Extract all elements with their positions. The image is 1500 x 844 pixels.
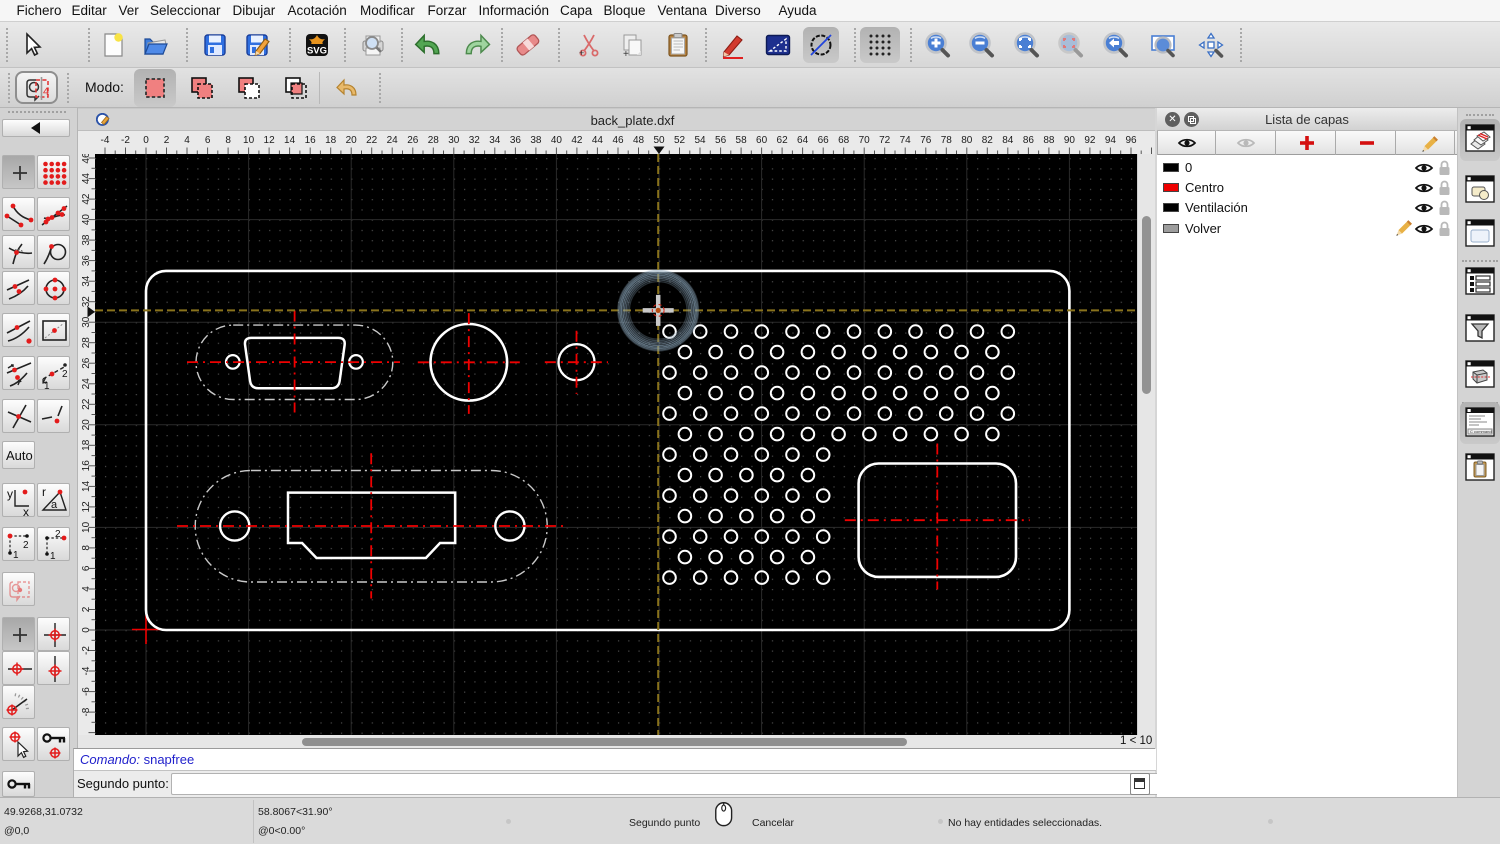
svg-text:6: 6	[205, 135, 211, 146]
svg-text:76: 76	[920, 135, 932, 146]
svg-text:2: 2	[55, 529, 61, 540]
svg-text:-4: -4	[101, 135, 110, 146]
svg-text:y: y	[7, 487, 13, 501]
svg-text:58: 58	[736, 135, 748, 146]
svg-text:72: 72	[879, 135, 891, 146]
svg-text:x: x	[23, 505, 29, 518]
svg-text:18: 18	[325, 135, 337, 146]
svg-text:54: 54	[694, 135, 706, 146]
svg-text:44: 44	[592, 135, 604, 146]
svg-text:0: 0	[81, 627, 92, 633]
svg-text:84: 84	[1002, 135, 1014, 146]
svg-text:70: 70	[859, 135, 871, 146]
svg-text:0: 0	[143, 135, 149, 146]
svg-text:42: 42	[81, 193, 92, 205]
svg-text:6: 6	[81, 565, 92, 571]
svg-text:C command: C command	[1470, 429, 1492, 434]
svg-text:4: 4	[81, 586, 92, 592]
svg-text:26: 26	[407, 135, 419, 146]
svg-text:40: 40	[81, 214, 92, 226]
svg-text:88: 88	[1043, 135, 1055, 146]
svg-text:74: 74	[900, 135, 912, 146]
svg-text:20: 20	[81, 419, 92, 431]
svg-text:94: 94	[1105, 135, 1117, 146]
svg-text:38: 38	[530, 135, 542, 146]
svg-text:36: 36	[510, 135, 522, 146]
svg-text:1: 1	[50, 551, 56, 562]
svg-text:60: 60	[756, 135, 768, 146]
svg-text:r: r	[42, 485, 46, 499]
svg-text:86: 86	[1023, 135, 1035, 146]
svg-text:24: 24	[81, 378, 92, 390]
svg-text:12: 12	[81, 501, 92, 513]
svg-text:1: 1	[44, 381, 50, 391]
svg-text:38: 38	[81, 234, 92, 246]
svg-text:-8: -8	[81, 707, 92, 716]
svg-text:-4: -4	[81, 666, 92, 675]
svg-text:14: 14	[81, 480, 92, 492]
svg-text:82: 82	[982, 135, 994, 146]
svg-text:80: 80	[961, 135, 973, 146]
svg-text:34: 34	[81, 275, 92, 287]
svg-text:40: 40	[551, 135, 563, 146]
svg-text:78: 78	[941, 135, 953, 146]
svg-text:28: 28	[81, 337, 92, 349]
svg-text:20: 20	[346, 135, 358, 146]
svg-text:10: 10	[243, 135, 255, 146]
svg-text:a: a	[51, 499, 58, 511]
svg-text:2: 2	[164, 135, 170, 146]
svg-text:8: 8	[225, 135, 231, 146]
svg-text:22: 22	[81, 398, 92, 410]
svg-text:28: 28	[428, 135, 440, 146]
svg-text:56: 56	[715, 135, 727, 146]
svg-text:SVG: SVG	[307, 46, 327, 57]
svg-text:24: 24	[387, 135, 399, 146]
svg-text:50: 50	[653, 135, 665, 146]
svg-text:2: 2	[62, 369, 68, 380]
svg-text:48: 48	[633, 135, 645, 146]
svg-text:26: 26	[81, 357, 92, 369]
svg-text:16: 16	[81, 460, 92, 472]
svg-text:68: 68	[838, 135, 850, 146]
svg-text:64: 64	[797, 135, 809, 146]
svg-text:62: 62	[777, 135, 789, 146]
svg-text:-2: -2	[121, 135, 130, 146]
svg-text:32: 32	[469, 135, 481, 146]
svg-text:92: 92	[1084, 135, 1096, 146]
svg-text:+: +	[623, 49, 629, 59]
svg-text:36: 36	[81, 255, 92, 267]
svg-text:12: 12	[264, 135, 276, 146]
svg-text:22: 22	[366, 135, 378, 146]
svg-text:4: 4	[184, 135, 190, 146]
svg-text:4: 4	[43, 86, 49, 98]
svg-text:66: 66	[818, 135, 830, 146]
svg-text:32: 32	[81, 296, 92, 308]
svg-text:18: 18	[81, 439, 92, 451]
svg-text:2: 2	[81, 606, 92, 612]
svg-text:30: 30	[81, 316, 92, 328]
svg-text:46: 46	[612, 135, 624, 146]
svg-text:1: 1	[13, 550, 19, 561]
svg-text:42: 42	[571, 135, 583, 146]
svg-text:90: 90	[1064, 135, 1076, 146]
svg-text:-6: -6	[81, 687, 92, 696]
svg-text:14: 14	[284, 135, 296, 146]
svg-text:2: 2	[23, 540, 29, 551]
svg-text:16: 16	[305, 135, 317, 146]
svg-text:34: 34	[489, 135, 501, 146]
svg-text:44: 44	[81, 173, 92, 185]
svg-text:8: 8	[81, 545, 92, 551]
svg-text:-2: -2	[81, 646, 92, 655]
svg-text:10: 10	[81, 521, 92, 533]
svg-text:52: 52	[674, 135, 686, 146]
svg-text:96: 96	[1125, 135, 1137, 146]
svg-text:+: +	[579, 48, 584, 58]
svg-text:30: 30	[448, 135, 460, 146]
svg-text:46: 46	[81, 154, 92, 164]
